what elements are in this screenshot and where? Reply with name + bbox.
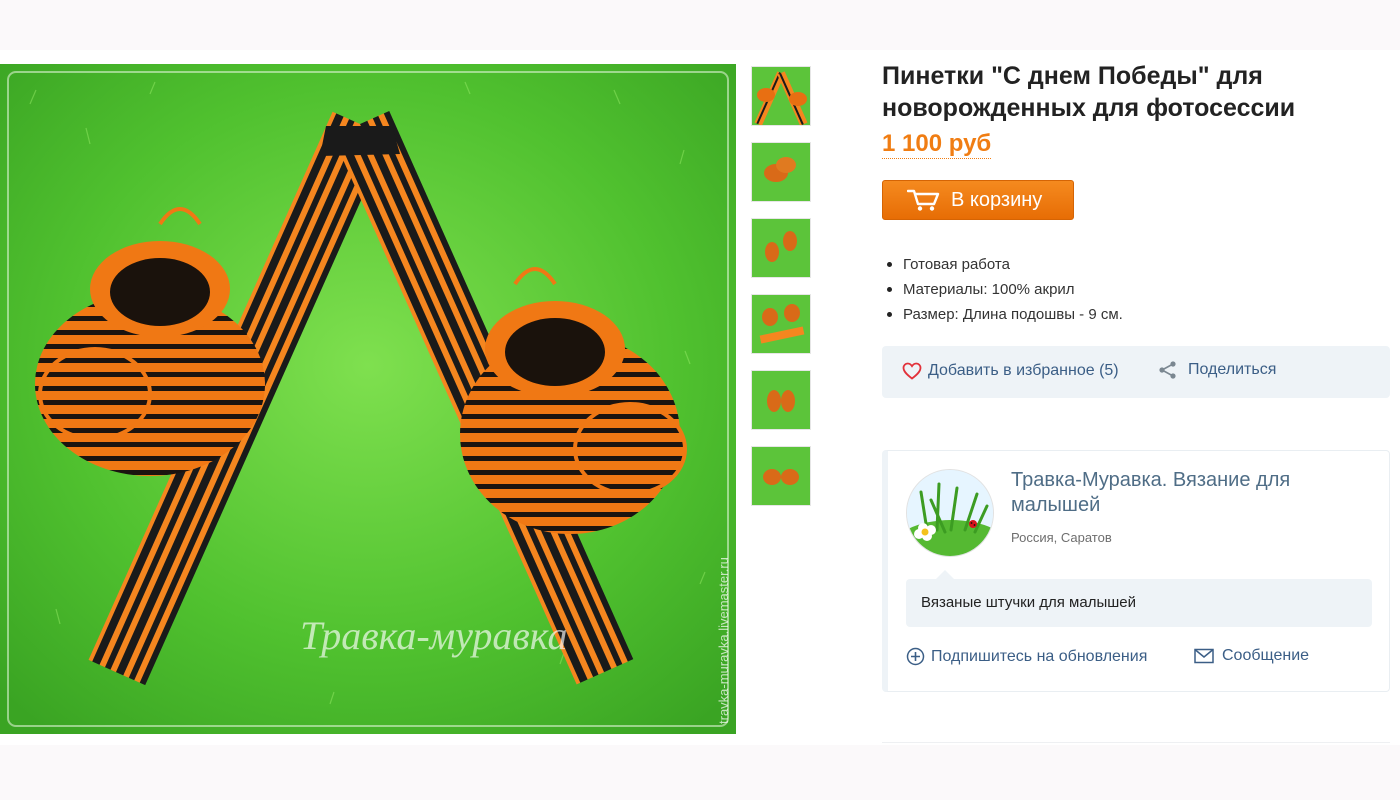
message-label: Сообщение xyxy=(1222,647,1310,664)
subscribe-label: Подпишитесь на обновления xyxy=(931,647,1148,665)
actions-bar: Добавить в избранное (5) Поделиться xyxy=(882,346,1390,398)
thumbnail-1[interactable] xyxy=(751,66,811,126)
product-price: 1 100 руб xyxy=(882,130,992,159)
shop-description: Вязаные штучки для малышей xyxy=(906,570,1372,627)
share-icon xyxy=(1159,361,1176,379)
plus-circle-icon xyxy=(906,647,925,666)
favorite-label: Добавить в избранное (5) xyxy=(928,362,1119,379)
shop-location: Россия, Саратов xyxy=(1011,530,1112,545)
shop-logo-image xyxy=(907,470,993,556)
thumbnail-2[interactable] xyxy=(751,142,811,202)
side-watermark-text: travka-muravka.livemaster.ru xyxy=(716,557,731,724)
add-to-favorites-link[interactable]: Добавить в избранное (5) xyxy=(902,362,1119,380)
heart-icon xyxy=(902,362,922,380)
page: Травка-муравка travka-muravka.livemaster… xyxy=(0,0,1400,800)
add-to-cart-button[interactable]: В корзину xyxy=(882,180,1074,220)
shop-card: Травка-Муравка. Вязание для малышей Росс… xyxy=(882,450,1390,692)
main-product-image[interactable]: Травка-муравка travka-muravka.livemaster… xyxy=(0,64,736,734)
message-link[interactable]: Сообщение xyxy=(1194,647,1309,665)
shop-name-link[interactable]: Травка-Муравка. Вязание для малышей xyxy=(1011,468,1371,518)
thumbnail-6[interactable] xyxy=(751,446,811,506)
thumbnail-strip xyxy=(751,66,811,522)
feature-item: Готовая работа xyxy=(886,252,1123,277)
product-photo: Травка-муравка travka-muravka.livemaster… xyxy=(0,64,736,734)
feature-item: Размер: Длина подошвы - 9 см. xyxy=(886,302,1123,327)
product-title: Пинетки "С днем Победы" для новорожденны… xyxy=(882,62,1296,122)
watermark-text: Травка-муравка xyxy=(300,613,567,658)
feature-list: Готовая работа Материалы: 100% акрил Раз… xyxy=(886,252,1123,327)
subscribe-link[interactable]: Подпишитесь на обновления xyxy=(906,647,1147,666)
thumbnail-3[interactable] xyxy=(751,218,811,278)
thumbnail-4[interactable] xyxy=(751,294,811,354)
share-label: Поделиться xyxy=(1188,361,1277,378)
divider xyxy=(882,742,1390,743)
share-link[interactable]: Поделиться xyxy=(1158,360,1276,380)
add-to-cart-label: В корзину xyxy=(951,189,1043,211)
envelope-icon xyxy=(1194,648,1214,664)
feature-item: Материалы: 100% акрил xyxy=(886,277,1123,302)
shop-avatar[interactable] xyxy=(906,469,994,557)
cart-icon xyxy=(907,189,940,211)
thumbnail-5[interactable] xyxy=(751,370,811,430)
